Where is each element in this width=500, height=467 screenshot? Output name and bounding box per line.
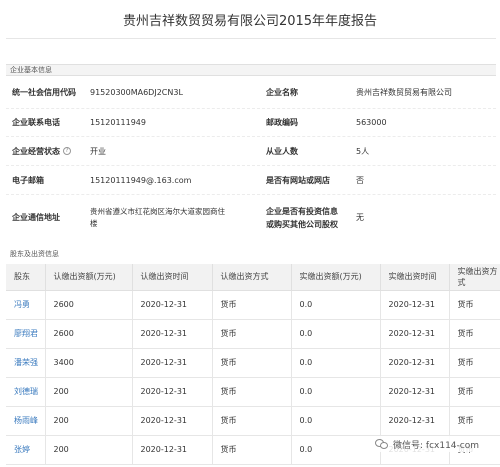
section-shareholders: 股东及出资信息 (10, 250, 59, 258)
paid-date: 2020-12-31 (380, 319, 450, 349)
status-label: 企业经营状态 (12, 146, 60, 156)
postcode-label: 邮政编码 (266, 118, 298, 127)
report-title: 贵州吉祥数贸贸易有限公司2015年年度报告 (122, 14, 378, 29)
address-line-1: 贵州省遵义市红花岗区海尔大道家园商住 (90, 206, 225, 216)
email-value: 15120111949@.163.com (90, 175, 192, 185)
paid-amount: 0.0 (291, 435, 381, 465)
investment-value: 无 (356, 213, 364, 222)
section-basic-info: 企业基本信息 (6, 64, 496, 76)
company-name-value: 贵州吉祥数贸贸易有限公司 (356, 88, 452, 97)
wechat-watermark: 微信号: fcx114-com (372, 436, 482, 452)
paid-date: 2020-12-31 (380, 377, 450, 407)
watermark-text: 微信号: fcx114-com (393, 440, 479, 451)
paid-amount: 0.0 (291, 319, 381, 349)
column-header: 认缴出资方式 (212, 264, 292, 291)
website-label: 是否有网站或网店 (266, 175, 330, 185)
wechat-icon (375, 438, 389, 450)
paid-method: 货币 (449, 348, 500, 378)
subscribed-method: 货币 (212, 435, 292, 465)
paid-method: 货币 (449, 319, 500, 349)
info-row-status: 企业经营状态 ? 开业 从业人数 5人 (6, 137, 496, 166)
subscribed-method: 货币 (212, 348, 292, 378)
column-header: 实缴出资额(万元) (291, 264, 381, 291)
table-row: 杨雨峰 200 2020-12-31 货币 0.0 2020-12-31 货币 (6, 406, 500, 436)
subscribed-date: 2020-12-31 (132, 406, 213, 436)
table-row: 潘荣强 3400 2020-12-31 货币 0.0 2020-12-31 货币 (6, 348, 500, 378)
subscribed-date: 2020-12-31 (132, 377, 213, 407)
subscribed-amount: 200 (45, 435, 133, 465)
subscribed-amount: 200 (45, 406, 133, 436)
investment-label: 企业是否有投资信息 或购买其他公司股权 (266, 195, 338, 240)
address-value: 贵州省遵义市红花岗区海尔大道家园商住 楼 (90, 195, 260, 240)
paid-amount: 0.0 (291, 290, 381, 320)
paid-method: 货币 (449, 290, 500, 320)
status-value: 开业 (90, 146, 106, 156)
column-header: 认缴出资额(万元) (45, 264, 133, 291)
subscribed-date: 2020-12-31 (132, 348, 213, 378)
shareholders-table: 股东 认缴出资额(万元) 认缴出资时间 认缴出资方式 实缴出资额(万元) 实缴出… (6, 264, 500, 465)
phone-label: 企业联系电话 (12, 118, 60, 127)
shareholder-name-link[interactable]: 张婷 (6, 435, 46, 465)
subscribed-date: 2020-12-31 (132, 435, 213, 465)
info-row-address: 企业通信地址 贵州省遵义市红花岗区海尔大道家园商住 楼 企业是否有投资信息 或购… (6, 195, 496, 240)
employees-label: 从业人数 (266, 146, 298, 156)
subscribed-amount: 2600 (45, 290, 133, 320)
subscribed-method: 货币 (212, 319, 292, 349)
paid-date: 2020-12-31 (380, 348, 450, 378)
subscribed-method: 货币 (212, 290, 292, 320)
subscribed-date: 2020-12-31 (132, 290, 213, 320)
company-name-label: 企业名称 (266, 88, 298, 97)
postcode-value: 563000 (356, 118, 387, 127)
subscribed-amount: 3400 (45, 348, 133, 378)
paid-amount: 0.0 (291, 406, 381, 436)
shareholder-name-link[interactable]: 冯勇 (6, 290, 46, 320)
credit-code-label: 统一社会信用代码 (12, 88, 76, 97)
shareholder-name-link[interactable]: 杨雨峰 (6, 406, 46, 436)
paid-amount: 0.0 (291, 377, 381, 407)
investment-label-line-1: 企业是否有投资信息 (266, 206, 338, 216)
status-label-group: 企业经营状态 ? (12, 137, 71, 165)
credit-code-value: 91520300MA6DJ2CN3L (90, 88, 183, 97)
email-label: 电子邮箱 (12, 175, 44, 185)
employees-value: 5人 (356, 146, 370, 156)
subscribed-method: 货币 (212, 406, 292, 436)
address-label: 企业通信地址 (12, 213, 60, 222)
investment-label-line-2: 或购买其他公司股权 (266, 219, 338, 229)
shareholder-name-link[interactable]: 刘德瑞 (6, 377, 46, 407)
info-row-email: 电子邮箱 15120111949@.163.com 是否有网站或网店 否 (6, 166, 496, 195)
table-row: 冯勇 2600 2020-12-31 货币 0.0 2020-12-31 货币 (6, 290, 500, 320)
paid-date: 2020-12-31 (380, 406, 450, 436)
column-header: 股东 (6, 264, 46, 291)
subscribed-amount: 2600 (45, 319, 133, 349)
paid-method: 货币 (449, 377, 500, 407)
shareholder-name-link[interactable]: 廖翔君 (6, 319, 46, 349)
shareholder-name-link[interactable]: 潘荣强 (6, 348, 46, 378)
table-row: 刘德瑞 200 2020-12-31 货币 0.0 2020-12-31 货币 (6, 377, 500, 407)
column-header: 实缴出资时间 (380, 264, 450, 291)
paid-date: 2020-12-31 (380, 290, 450, 320)
website-value: 否 (356, 175, 364, 185)
subscribed-date: 2020-12-31 (132, 319, 213, 349)
table-row: 廖翔君 2600 2020-12-31 货币 0.0 2020-12-31 货币 (6, 319, 500, 349)
table-header-row: 股东 认缴出资额(万元) 认缴出资时间 认缴出资方式 实缴出资额(万元) 实缴出… (6, 264, 500, 291)
phone-value: 15120111949 (90, 118, 146, 127)
paid-method: 货币 (449, 406, 500, 436)
help-icon[interactable]: ? (63, 147, 71, 155)
address-line-2: 楼 (90, 218, 98, 228)
subscribed-amount: 200 (45, 377, 133, 407)
info-row-phone: 企业联系电话 15120111949 邮政编码 563000 (6, 109, 496, 137)
info-row-credit-code: 统一社会信用代码 91520300MA6DJ2CN3L 企业名称 贵州吉祥数贸贸… (6, 77, 496, 109)
column-header: 认缴出资时间 (132, 264, 213, 291)
subscribed-method: 货币 (212, 377, 292, 407)
paid-amount: 0.0 (291, 348, 381, 378)
title-divider (6, 38, 496, 39)
column-header: 实缴出资方式 (449, 264, 500, 291)
